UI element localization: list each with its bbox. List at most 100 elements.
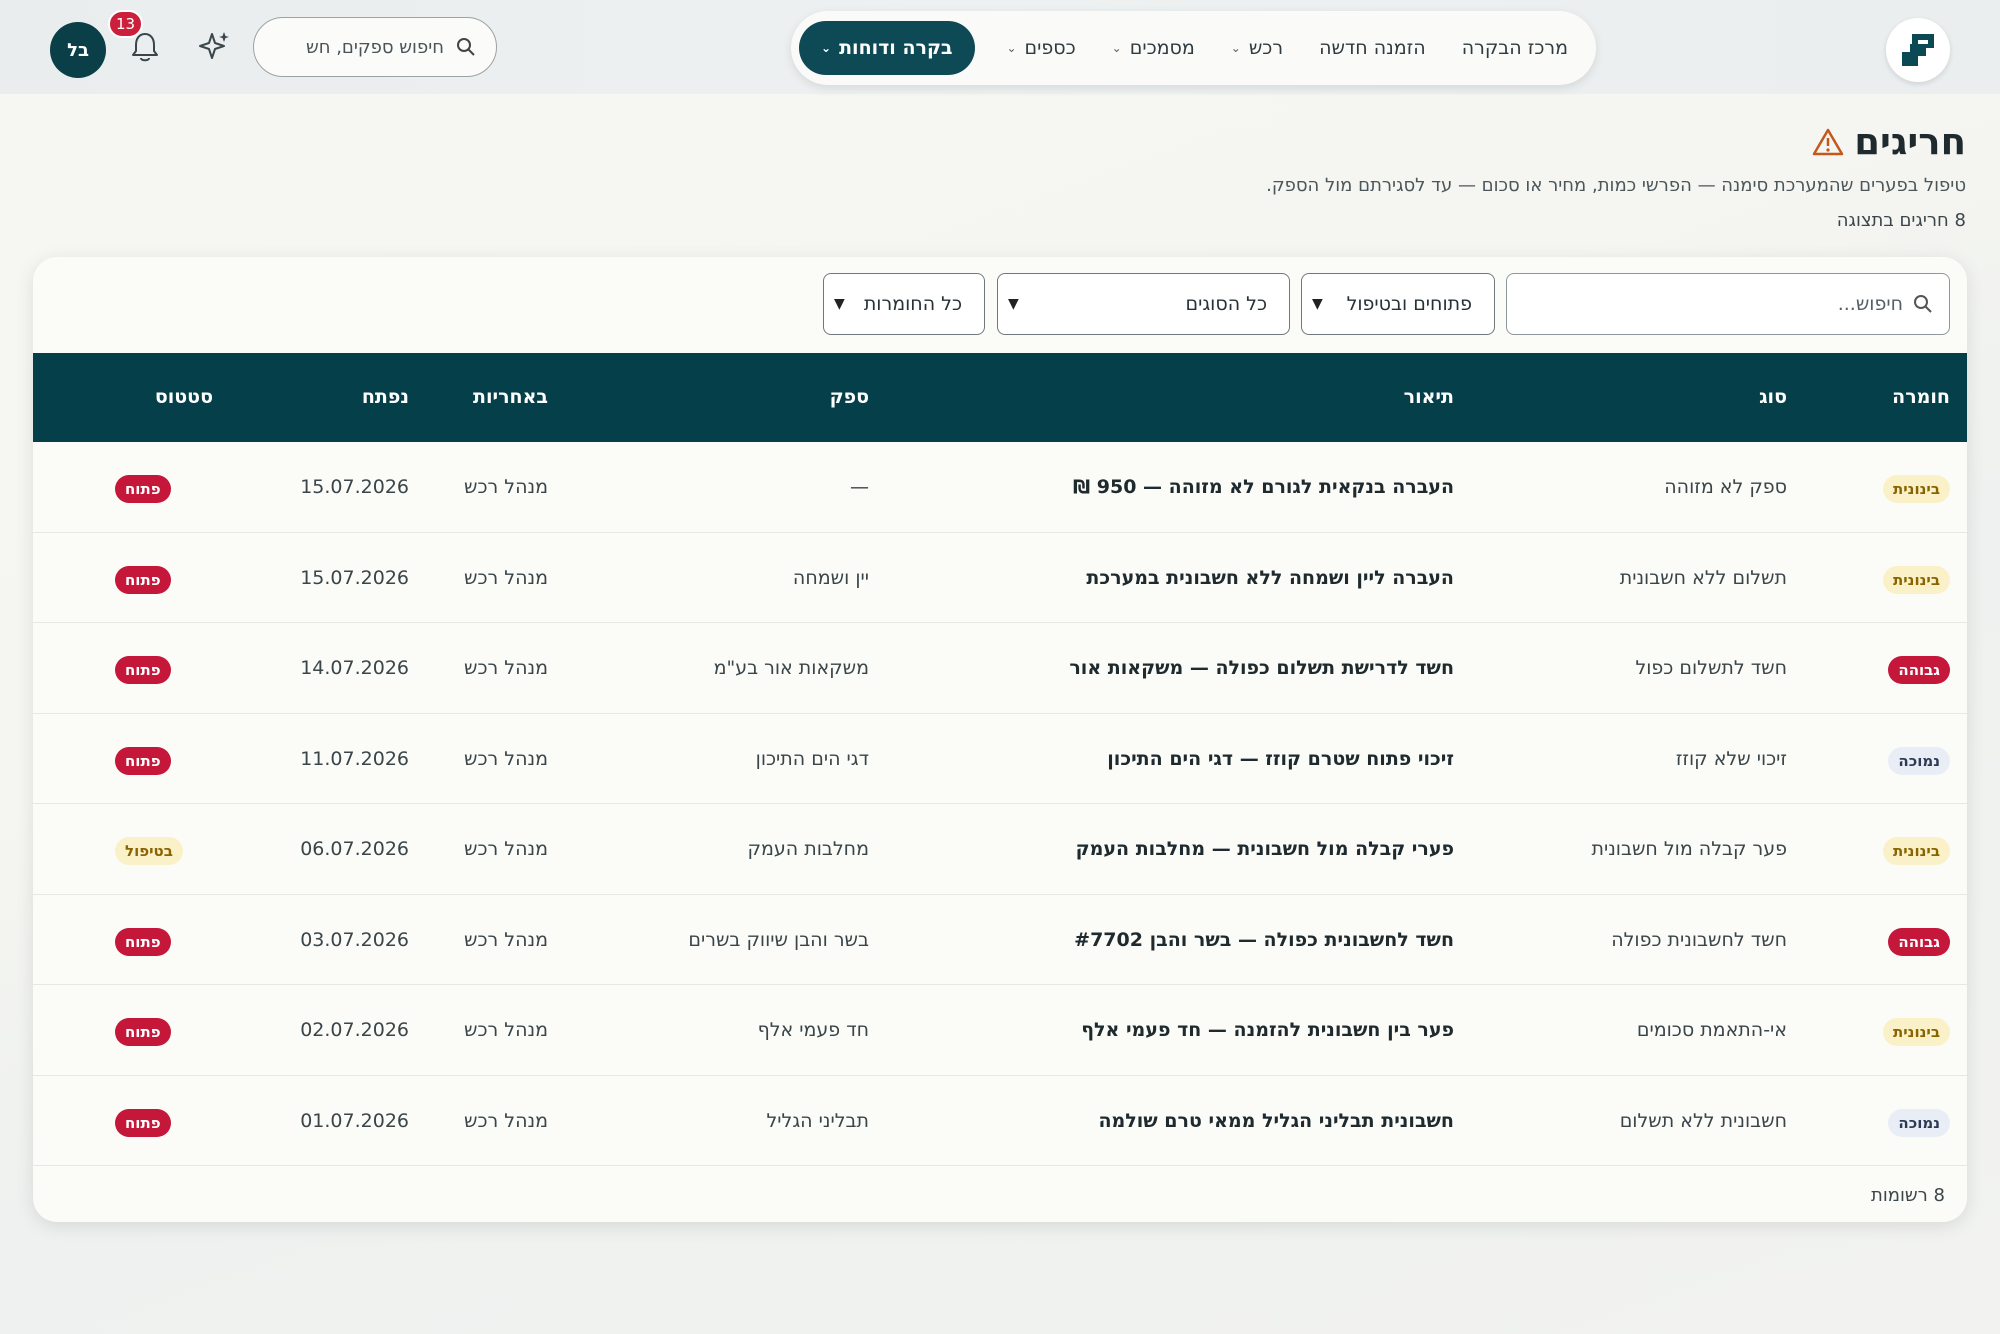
opened-cell: 02.07.2026 bbox=[300, 1019, 409, 1041]
table-row[interactable]: נמוכה זיכוי שלא קוזז זיכוי פתוח שטרם קוז… bbox=[33, 713, 1967, 804]
status-badge: פתוח bbox=[115, 656, 171, 684]
nav-item-label: מסמכים bbox=[1129, 37, 1195, 59]
description-cell: העברה ליין ושמחה ללא חשבונית במערכת bbox=[1086, 566, 1454, 589]
type-cell: חשד לחשבונית כפולה bbox=[1611, 928, 1787, 951]
sparkle-icon[interactable] bbox=[197, 30, 231, 64]
type-filter-select[interactable]: כל הסוגים ▼ bbox=[997, 273, 1290, 335]
col-header-description[interactable]: תיאור bbox=[1404, 353, 1454, 442]
supplier-cell: חד פעמי אלף bbox=[757, 1019, 869, 1041]
severity-badge: בינונית bbox=[1883, 837, 1950, 865]
owner-cell: מנהל רכש bbox=[464, 476, 548, 498]
description-cell: חשד לדרישת תשלום כפולה — משקאות אור bbox=[1069, 657, 1454, 679]
description-cell: חשד לחשבונית כפולה — בשר והבן #7702 bbox=[1074, 928, 1454, 951]
chevron-down-icon: ⌄ bbox=[1006, 41, 1017, 55]
page-title: חריגים bbox=[1854, 120, 1966, 163]
table-row[interactable]: בינונית ספק לא מזוהה העברה בנקאית לגורם … bbox=[33, 442, 1967, 533]
supplier-cell: תבליני הגליל bbox=[766, 1109, 869, 1132]
owner-cell: מנהל רכש bbox=[464, 838, 548, 860]
table-row[interactable]: נמוכה חשבונית ללא תשלום חשבונית תבליני ה… bbox=[33, 1075, 1967, 1166]
col-header-status[interactable]: סטטוס bbox=[155, 353, 213, 442]
col-header-severity[interactable]: חומרה bbox=[1892, 353, 1950, 442]
owner-cell: מנהל רכש bbox=[464, 747, 548, 770]
owner-cell: מנהל רכש bbox=[464, 566, 548, 589]
results-count: 8 חריגים בתצוגה bbox=[1836, 210, 1966, 231]
logo[interactable] bbox=[1886, 18, 1950, 82]
chevron-down-icon: ▼ bbox=[834, 296, 845, 312]
supplier-cell: מחלבות העמק bbox=[747, 838, 870, 860]
type-cell: תשלום ללא חשבונית bbox=[1619, 566, 1787, 589]
nav-item-documents[interactable]: מסמכים ⌄ bbox=[1094, 21, 1213, 75]
supplier-cell: בשר והבן שיווק בשרים bbox=[688, 928, 869, 951]
table-row[interactable]: בינונית תשלום ללא חשבונית העברה ליין ושמ… bbox=[33, 532, 1967, 623]
chevron-down-icon: ⌄ bbox=[1230, 41, 1241, 55]
nav-item-control-reports[interactable]: בקרה ודוחות ⌄ bbox=[799, 21, 975, 75]
owner-cell: מנהל רכש bbox=[464, 1109, 548, 1132]
table-header: חומרה סוג תיאור ספק באחריות נפתח סטטוס bbox=[33, 353, 1967, 442]
page-header: חריגים טיפול בפערים שהמערכת סימנה — הפרש… bbox=[66, 120, 1966, 231]
filter-search[interactable] bbox=[1506, 273, 1950, 335]
nav-item-label: הזמנה חדשה bbox=[1319, 37, 1426, 59]
table-body: בינונית ספק לא מזוהה העברה בנקאית לגורם … bbox=[33, 442, 1967, 1166]
severity-badge: בינונית bbox=[1883, 475, 1950, 503]
description-cell: חשבונית תבליני הגליל ממאי טרם שולמה bbox=[1098, 1109, 1454, 1132]
nav-item-label: בקרה ודוחות bbox=[839, 37, 953, 59]
table-row[interactable]: בינונית פער קבלה מול חשבונית פערי קבלה מ… bbox=[33, 804, 1967, 895]
status-filter-select[interactable]: פתוחים ובטיפול ▼ bbox=[1301, 273, 1495, 335]
nav-item-label: מרכז הבקרה bbox=[1461, 37, 1568, 59]
severity-badge: נמוכה bbox=[1888, 1108, 1950, 1137]
severity-badge: נמוכה bbox=[1888, 746, 1950, 775]
status-badge: פתוח bbox=[115, 927, 171, 956]
search-icon bbox=[1914, 295, 1932, 313]
table-row[interactable]: בינונית אי-התאמת סכומים פער בין חשבונית … bbox=[33, 985, 1967, 1076]
notifications-badge: 13 bbox=[108, 10, 144, 38]
table-row[interactable]: גבוהה חשד לחשבונית כפולה חשד לחשבונית כפ… bbox=[33, 894, 1967, 985]
chevron-down-icon: ⌄ bbox=[821, 41, 832, 55]
status-badge: פתוח bbox=[115, 475, 171, 503]
col-header-opened[interactable]: נפתח bbox=[362, 353, 409, 442]
nav-item-procurement[interactable]: רכש ⌄ bbox=[1213, 21, 1301, 75]
col-header-owner[interactable]: באחריות bbox=[473, 353, 548, 442]
opened-cell: 06.07.2026 bbox=[300, 838, 409, 860]
severity-badge: בינונית bbox=[1883, 1018, 1950, 1046]
owner-cell: מנהל רכש bbox=[464, 1019, 548, 1041]
filter-search-input[interactable] bbox=[1523, 293, 1903, 315]
status-badge: בטיפול bbox=[115, 837, 183, 865]
warning-icon bbox=[1812, 128, 1844, 155]
supplier-cell: — bbox=[850, 476, 869, 498]
chevron-down-icon: ▼ bbox=[1008, 296, 1019, 312]
global-search[interactable] bbox=[253, 17, 497, 77]
opened-cell: 11.07.2026 bbox=[300, 747, 409, 770]
type-cell: חשבונית ללא תשלום bbox=[1619, 1109, 1787, 1132]
severity-filter-select[interactable]: כל החומרות ▼ bbox=[823, 273, 985, 335]
nav-item-finance[interactable]: כספים ⌄ bbox=[988, 21, 1093, 75]
chevron-down-icon: ⌄ bbox=[1111, 41, 1122, 55]
status-badge: פתוח bbox=[115, 1018, 171, 1046]
description-cell: העברה בנקאית לגורם לא מזוהה — 950 ₪ bbox=[1072, 476, 1454, 498]
avatar[interactable]: בל bbox=[50, 22, 106, 78]
col-header-supplier[interactable]: ספק bbox=[830, 353, 869, 442]
exceptions-card: פתוחים ובטיפול ▼ כל הסוגים ▼ כל החומרות … bbox=[33, 257, 1967, 1222]
status-badge: פתוח bbox=[115, 565, 171, 594]
supplier-cell: משקאות אור בע"מ bbox=[713, 657, 869, 679]
status-badge: פתוח bbox=[115, 746, 171, 775]
type-filter-value: כל הסוגים bbox=[1185, 293, 1268, 315]
description-cell: פער בין חשבונית להזמנה — חד פעמי אלף bbox=[1081, 1019, 1454, 1041]
global-search-input[interactable] bbox=[284, 36, 444, 58]
nav-item-new-order[interactable]: הזמנה חדשה bbox=[1301, 21, 1444, 75]
type-cell: זיכוי שלא קוזז bbox=[1675, 747, 1787, 770]
table-row[interactable]: גבוהה חשד לתשלום כפול חשד לדרישת תשלום כ… bbox=[33, 623, 1967, 714]
type-cell: ספק לא מזוהה bbox=[1664, 476, 1787, 498]
title-row: חריגים bbox=[66, 120, 1966, 163]
opened-cell: 15.07.2026 bbox=[300, 566, 409, 589]
nav-item-control-center[interactable]: מרכז הבקרה bbox=[1444, 21, 1586, 75]
owner-cell: מנהל רכש bbox=[464, 928, 548, 951]
type-cell: אי-התאמת סכומים bbox=[1636, 1019, 1787, 1041]
nav-item-label: רכש bbox=[1248, 37, 1284, 59]
top-bar: מרכז הבקרה הזמנה חדשה רכש ⌄ מסמכים ⌄ כספ… bbox=[0, 0, 2000, 94]
logo-icon bbox=[1902, 34, 1934, 66]
col-header-type[interactable]: סוג bbox=[1759, 353, 1787, 442]
description-cell: פערי קבלה מול חשבונית — מחלבות העמק bbox=[1075, 838, 1454, 860]
page-subtitle: טיפול בפערים שהמערכת סימנה — הפרשי כמות,… bbox=[1266, 175, 1966, 196]
records-count: 8 רשומות bbox=[1871, 1185, 1945, 1206]
description-cell: זיכוי פתוח שטרם קוזז — דגי הים התיכון bbox=[1107, 747, 1454, 770]
